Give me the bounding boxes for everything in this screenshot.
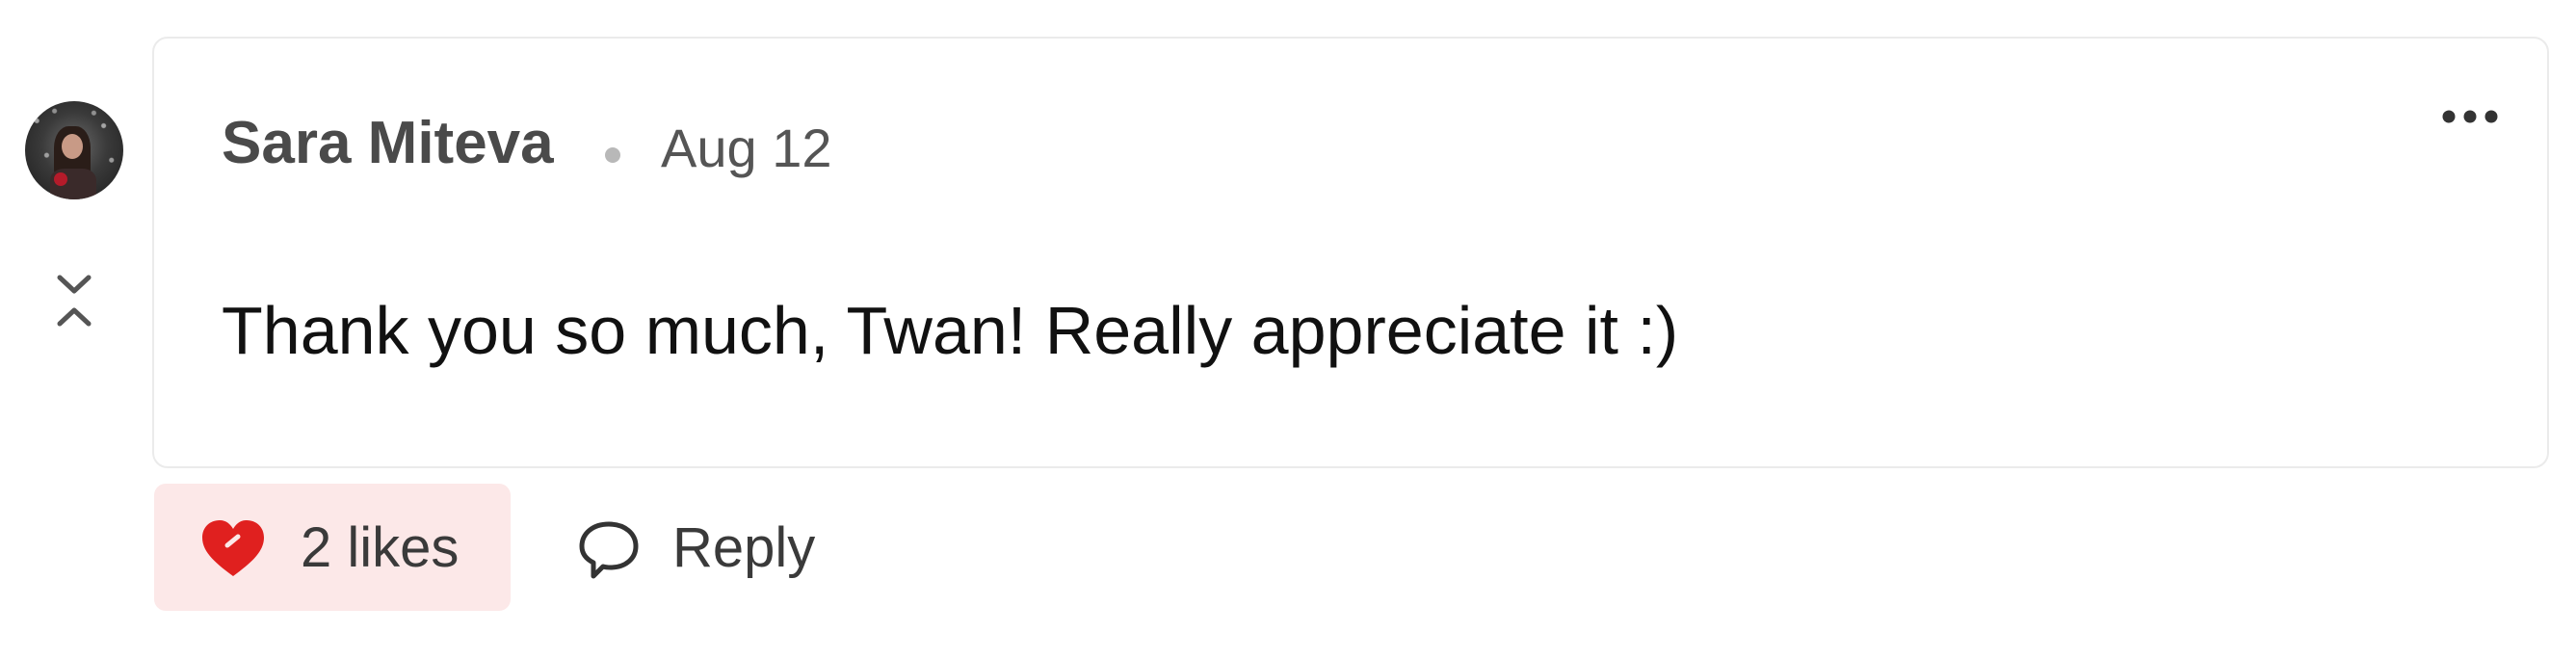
comment-author[interactable]: Sara Miteva — [222, 114, 554, 173]
avatar-face — [62, 134, 83, 159]
like-button[interactable]: 2 likes — [154, 484, 511, 611]
collapse-thread-button[interactable] — [54, 272, 94, 330]
speech-bubble-icon — [579, 521, 639, 579]
heart-icon — [202, 520, 264, 576]
avatar-accent — [54, 172, 67, 186]
separator-dot — [605, 147, 620, 163]
likes-count-label: 2 likes — [301, 516, 460, 579]
avatar[interactable] — [25, 101, 123, 199]
reply-label: Reply — [672, 516, 816, 579]
collapse-icon — [57, 275, 92, 327]
more-horizontal-icon — [2442, 110, 2498, 123]
comment-card: Sara Miteva Aug 12 Thank you so much, Tw… — [152, 37, 2549, 468]
more-options-button[interactable] — [2439, 102, 2501, 131]
reply-button[interactable]: Reply — [570, 484, 840, 611]
comment-date: Aug 12 — [661, 118, 832, 178]
comment-body: Thank you so much, Twan! Really apprecia… — [222, 293, 1679, 368]
